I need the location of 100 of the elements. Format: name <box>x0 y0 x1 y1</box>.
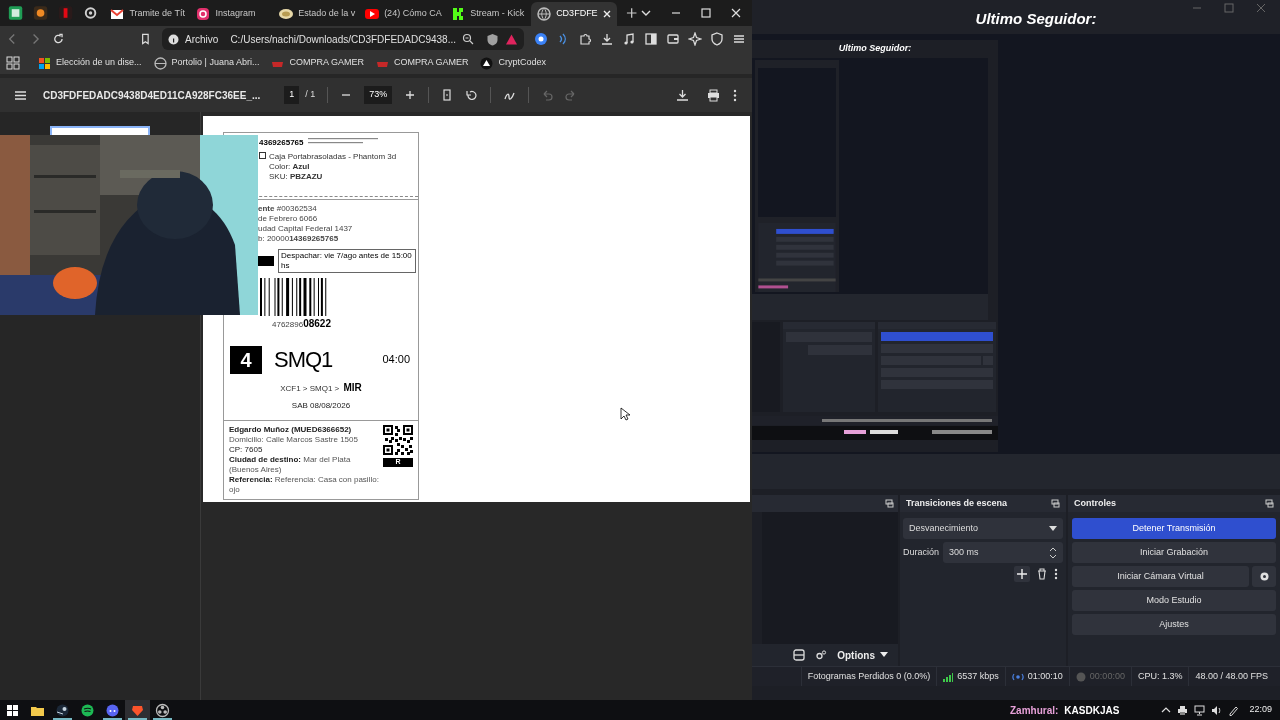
bookmark-item[interactable]: CryptCodex <box>480 56 546 70</box>
sender-line: udad Capital Federal 1437 <box>258 224 354 234</box>
sender-line: b: 2000014369265765 <box>258 234 340 244</box>
address-bar[interactable]: Archivo C:/Users/nachi/Downloads/CD3FDFEDADC9438... <box>162 28 524 50</box>
browser-tab[interactable]: Estado de la v <box>273 2 358 26</box>
status-text: 6537 kbps <box>957 669 999 683</box>
camera-icon <box>195 6 212 22</box>
discord-icon <box>105 702 120 718</box>
dock-icon[interactable] <box>885 499 894 508</box>
status-text: 00:00:00 <box>1089 669 1125 683</box>
clock: 22:09 <box>1249 703 1272 717</box>
page-thumbnail[interactable] <box>50 126 150 135</box>
zone-number: 4 <box>230 345 262 374</box>
browser-tab[interactable]: CD3FDFE <box>531 2 617 26</box>
download-icon[interactable] <box>600 32 614 46</box>
speaker-icon[interactable] <box>1211 704 1223 716</box>
monitor-icon[interactable] <box>1194 704 1206 716</box>
browser-tab[interactable]: Stream - Kick <box>445 2 530 26</box>
browser-tab[interactable]: (24) Cómo CA <box>359 2 444 26</box>
status-text: CPU: 1.3% <box>1137 669 1183 683</box>
bookmark-icon[interactable] <box>139 32 152 46</box>
caret-icon <box>880 652 888 658</box>
control-button[interactable]: Iniciar Grabación <box>1072 542 1276 563</box>
control-button[interactable]: Modo Estudio <box>1072 590 1276 611</box>
bookmark-item[interactable]: Portolio | Juana Abri... <box>153 56 260 70</box>
duration-field[interactable]: 300 ms <box>943 542 1063 563</box>
qr-code <box>383 425 413 455</box>
envelope-icon <box>109 6 126 22</box>
chat-username: Zamhural: <box>1010 703 1059 718</box>
windows-logo-icon <box>5 702 20 718</box>
document-title: CD3FDFEDADC9438D4ED11CA928FC36EE_... <box>43 88 261 103</box>
page-count: / 1 <box>305 88 316 102</box>
apps-grid-icon[interactable] <box>6 56 20 70</box>
rotate-icon[interactable] <box>465 88 479 102</box>
browser-tab[interactable]: Instagram <box>190 2 272 26</box>
layout-icon[interactable] <box>793 649 806 661</box>
wallet-icon[interactable] <box>666 32 680 46</box>
extension-icon[interactable] <box>534 32 548 46</box>
order-number: 4369265765 <box>259 137 304 149</box>
zoom-field[interactable]: 73% <box>364 86 393 104</box>
fit-page-icon[interactable] <box>441 89 454 101</box>
info-icon <box>168 33 179 45</box>
control-button[interactable]: Ajustes <box>1072 614 1276 635</box>
sparkle-icon[interactable] <box>688 32 702 46</box>
menu-icon[interactable] <box>732 32 746 46</box>
duration-label: Duración <box>903 545 940 559</box>
taskbar-button[interactable] <box>125 700 150 720</box>
spinner-icon[interactable] <box>1049 545 1057 560</box>
chevron-up-icon[interactable] <box>1161 705 1172 715</box>
item-sku: SKU: PBZAZU <box>269 172 324 182</box>
obs-icon <box>155 702 170 718</box>
route-code: SMQ1 <box>274 346 333 374</box>
sender-line: ente #00362534 <box>258 204 318 214</box>
caret-icon <box>1049 525 1057 532</box>
more-icon[interactable] <box>732 88 738 102</box>
broadcast-icon <box>1011 672 1024 681</box>
sender-line: de Febrero 6066 <box>258 214 319 224</box>
dispatch-note: Despachar: vie 7/ago antes de 15:00 hs <box>278 249 416 273</box>
dock-icon[interactable] <box>1051 499 1060 508</box>
sidebar-icon[interactable] <box>644 32 658 46</box>
page-number-field[interactable]: 1 <box>284 86 300 104</box>
dock-icon[interactable] <box>1265 499 1274 508</box>
more-icon[interactable] <box>1054 568 1058 580</box>
pen-icon[interactable] <box>1228 704 1240 716</box>
bookmark-item[interactable]: COMPRA GAMER <box>375 56 469 70</box>
panel-title: Transiciones de escena <box>906 496 1008 510</box>
route-time: 04:00 <box>382 352 410 368</box>
coin-icon <box>278 6 295 22</box>
record-icon <box>1075 671 1086 682</box>
zoom-out-icon[interactable] <box>462 33 474 45</box>
puzzle-icon[interactable] <box>578 32 592 46</box>
zoom-in-icon[interactable] <box>404 89 417 101</box>
barcode-number: 476289608622 <box>272 317 332 331</box>
bookmark-item[interactable]: COMPRA GAMER <box>271 56 364 70</box>
reload-icon[interactable] <box>51 32 65 46</box>
gears-icon[interactable] <box>815 649 828 661</box>
globe-icon <box>153 56 167 70</box>
add-icon[interactable] <box>1014 566 1030 582</box>
printer-icon[interactable] <box>1177 704 1189 716</box>
control-button[interactable]: Iniciar Cámara Virtual <box>1072 566 1249 587</box>
recipient-address: Domicilio: Calle Marcos Sastre 1505 <box>229 435 359 445</box>
status-text: 01:00:10 <box>1027 669 1063 683</box>
print-icon[interactable] <box>707 88 720 102</box>
window-title: Ultimo Seguidor: <box>975 8 1097 29</box>
shield-icon[interactable] <box>486 32 499 46</box>
ship-date: SAB 08/08/2026 <box>291 400 351 412</box>
trash-icon[interactable] <box>1036 568 1048 580</box>
new-tab-icon[interactable] <box>624 6 638 20</box>
control-button[interactable]: Detener Transmisión <box>1072 518 1276 539</box>
transition-dropdown[interactable]: Desvanecimiento <box>903 518 1063 539</box>
music-icon[interactable] <box>622 32 636 46</box>
bookmark-item[interactable]: Elección de un dise... <box>38 56 142 70</box>
menu-icon[interactable] <box>14 88 27 102</box>
settings-button[interactable] <box>1252 566 1276 587</box>
shield-icon[interactable] <box>710 32 724 46</box>
browser-tab[interactable]: Tramite de Tít <box>104 2 189 26</box>
item-name: Caja Portabrasoladas - Phantom 3d <box>269 152 397 162</box>
triangle-icon[interactable] <box>505 32 518 46</box>
checkbox[interactable] <box>259 152 266 159</box>
download-icon[interactable] <box>676 88 689 102</box>
